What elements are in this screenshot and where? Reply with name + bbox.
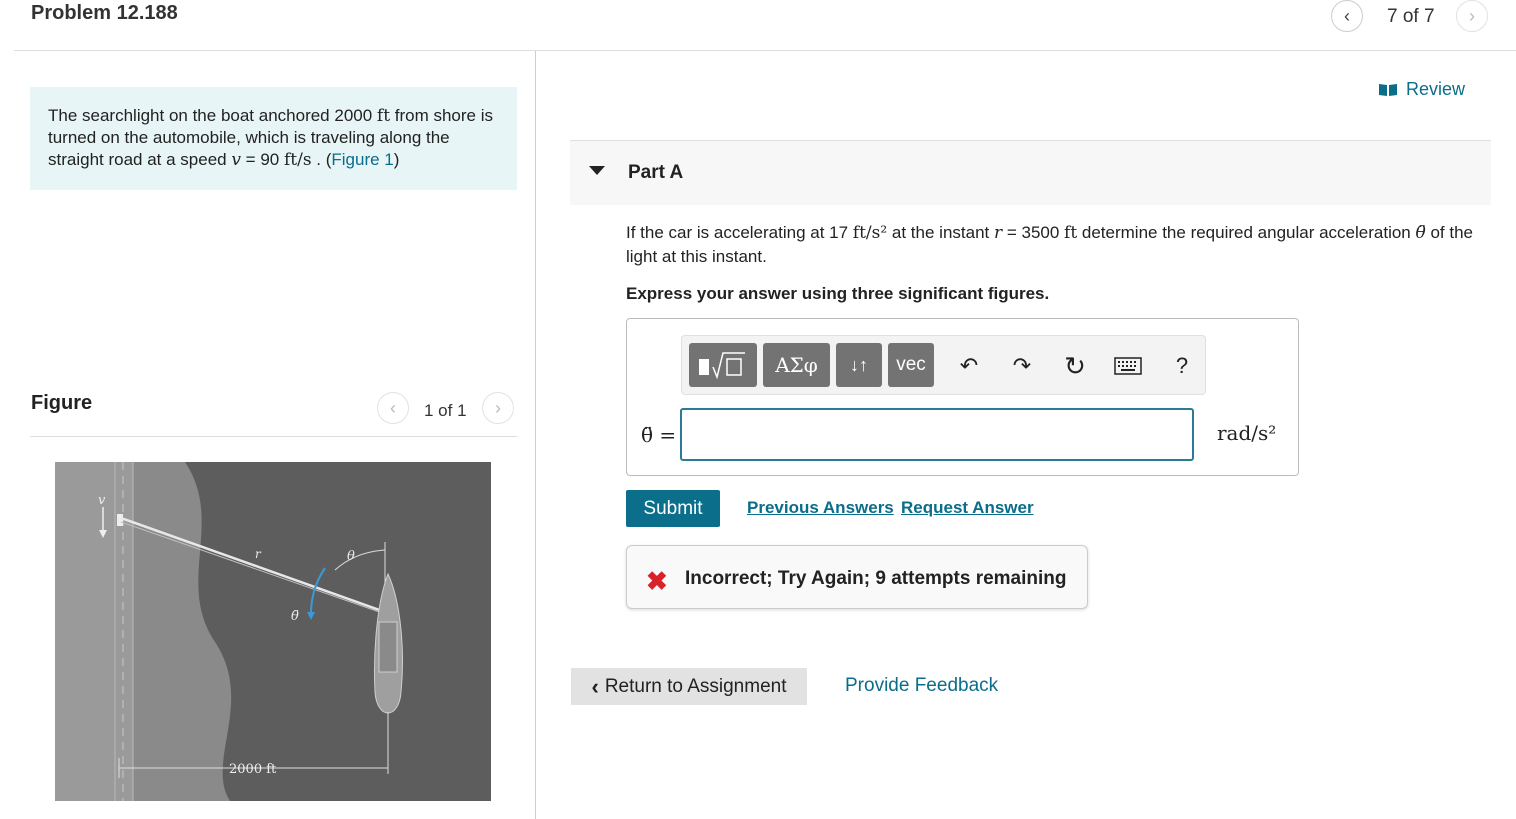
label-distance: 2000 ft bbox=[229, 762, 277, 777]
intro-text: ) bbox=[393, 150, 400, 169]
page-title: Problem 12.188 bbox=[31, 2, 178, 24]
label-theta-ddot: θ̈ bbox=[291, 609, 299, 624]
submit-button[interactable]: Submit bbox=[626, 490, 720, 527]
caret-down-icon[interactable] bbox=[589, 166, 605, 175]
question-fragment: at the instant bbox=[887, 223, 994, 242]
searchlight-figure: v r θ θ̈ 2000 ft bbox=[55, 462, 491, 801]
chevron-left-icon: ‹ bbox=[1344, 5, 1350, 26]
problem-intro: The searchlight on the boat anchored 200… bbox=[30, 87, 517, 190]
label-theta: θ bbox=[347, 549, 355, 564]
provide-feedback-link[interactable]: Provide Feedback bbox=[845, 675, 998, 697]
next-figure-button[interactable]: › bbox=[482, 392, 514, 424]
keyboard-icon bbox=[1114, 357, 1142, 375]
help-icon[interactable]: ? bbox=[1166, 350, 1198, 382]
question-unit: ft/s² bbox=[852, 223, 888, 243]
question-unit: ft bbox=[1064, 223, 1078, 243]
previous-answers-link[interactable]: Previous Answers bbox=[747, 498, 894, 518]
templates-icon bbox=[699, 352, 745, 380]
review-label: Review bbox=[1406, 79, 1466, 99]
figure-heading: Figure bbox=[31, 392, 93, 414]
book-icon bbox=[1379, 83, 1397, 96]
chevron-right-icon: › bbox=[1469, 5, 1475, 26]
prev-figure-button[interactable]: ‹ bbox=[377, 392, 409, 424]
return-label: Return to Assignment bbox=[604, 675, 787, 697]
label-v: v bbox=[98, 493, 106, 508]
feedback-message: Incorrect; Try Again; 9 attempts remaini… bbox=[685, 568, 1067, 589]
intro-text: = 90 bbox=[240, 150, 284, 169]
question-fragment: If the car is accelerating at 17 bbox=[626, 223, 853, 242]
redo-icon[interactable]: ↷ bbox=[1006, 350, 1038, 382]
incorrect-icon: ✖ bbox=[646, 566, 668, 596]
intro-text: The searchlight on the boat anchored 200… bbox=[48, 106, 377, 125]
question-text: If the car is accelerating at 17 ft/s² a… bbox=[626, 221, 1506, 269]
vector-button[interactable]: vec bbox=[888, 343, 934, 387]
keyboard-button[interactable] bbox=[1112, 350, 1144, 382]
question-var-theta: θ̈ bbox=[1415, 223, 1426, 243]
review-link[interactable]: Review bbox=[1378, 79, 1465, 100]
answer-input[interactable] bbox=[680, 408, 1194, 461]
request-answer-link[interactable]: Request Answer bbox=[901, 498, 1034, 518]
chevron-right-icon: › bbox=[495, 397, 501, 418]
prev-problem-button[interactable]: ‹ bbox=[1331, 0, 1363, 32]
next-problem-button[interactable]: › bbox=[1456, 0, 1488, 32]
figure-divider bbox=[30, 436, 517, 437]
problem-pager: 7 of 7 bbox=[1387, 6, 1435, 27]
intro-unit-fts: ft/s bbox=[283, 150, 312, 170]
templates-button[interactable] bbox=[689, 343, 757, 387]
answer-units: rad/s² bbox=[1217, 421, 1277, 445]
answer-label: θ̈ = bbox=[641, 423, 677, 447]
header-divider bbox=[14, 50, 1516, 51]
intro-var-v: v bbox=[231, 150, 241, 170]
intro-text: . ( bbox=[311, 150, 332, 169]
part-a-title: Part A bbox=[628, 162, 684, 183]
part-a-header[interactable] bbox=[570, 141, 1491, 205]
undo-icon[interactable]: ↶ bbox=[953, 350, 985, 382]
reset-icon[interactable]: ↻ bbox=[1059, 350, 1091, 382]
instructions: Express your answer using three signific… bbox=[626, 284, 1050, 303]
greek-symbols-button[interactable]: ΑΣφ bbox=[763, 343, 830, 387]
intro-unit-ft: ft bbox=[376, 106, 391, 126]
question-fragment: determine the required angular accelerat… bbox=[1077, 223, 1416, 242]
question-fragment: = 3500 bbox=[1002, 223, 1065, 242]
arrows-button[interactable]: ↓↑ bbox=[836, 343, 882, 387]
chevron-left-icon: ‹ bbox=[591, 673, 599, 699]
figure-pager: 1 of 1 bbox=[424, 401, 467, 420]
return-to-assignment-button[interactable]: ‹ Return to Assignment bbox=[571, 668, 807, 705]
figure-link[interactable]: Figure 1 bbox=[331, 150, 393, 169]
question-var-r: r bbox=[993, 223, 1003, 243]
chevron-left-icon: ‹ bbox=[390, 397, 396, 418]
pane-divider bbox=[535, 51, 536, 819]
